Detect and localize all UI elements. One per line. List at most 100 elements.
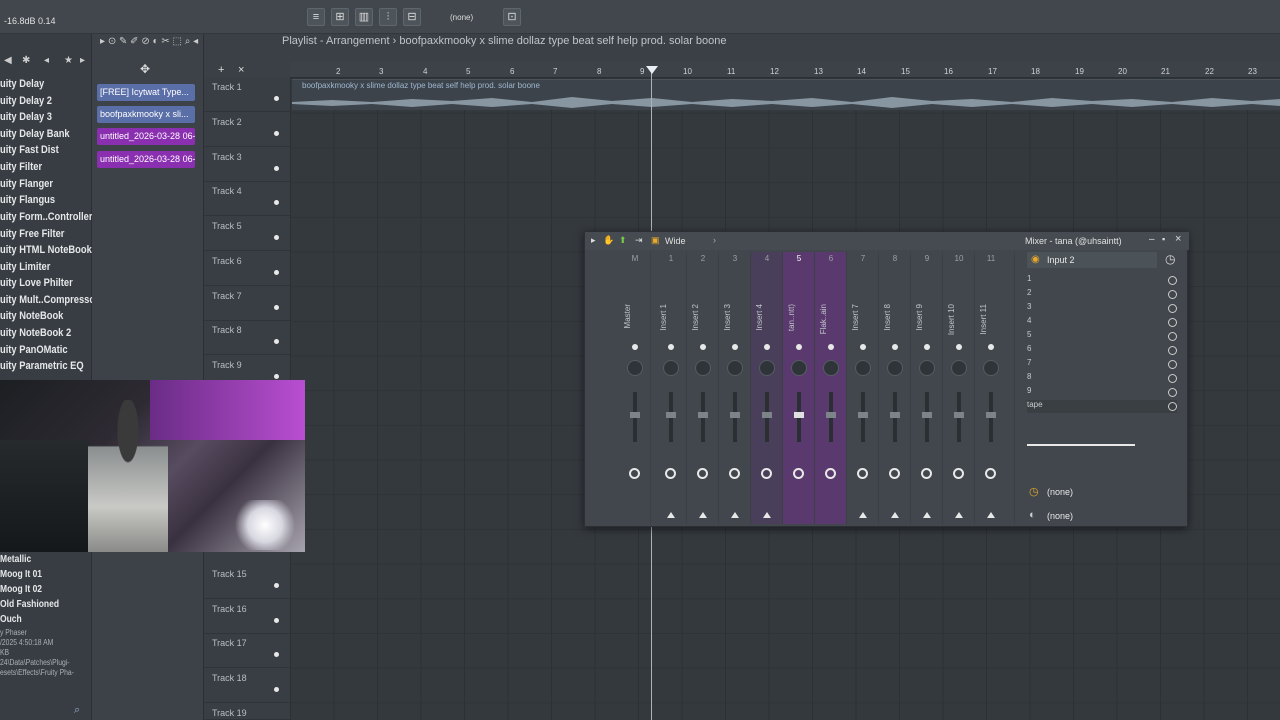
send-arrow-icon[interactable] bbox=[699, 512, 707, 518]
playhead-marker[interactable] bbox=[646, 66, 658, 74]
slot-mix-knob[interactable] bbox=[1168, 304, 1177, 313]
slot-mix-knob[interactable] bbox=[1168, 360, 1177, 369]
browser-item[interactable]: uity Free Filter bbox=[0, 226, 64, 242]
insert-slot[interactable]: 6 bbox=[1027, 344, 1177, 357]
route-button[interactable] bbox=[857, 468, 868, 479]
send-arrow-icon[interactable] bbox=[955, 512, 963, 518]
mixer-strip[interactable]: 11 Insert 11 bbox=[975, 252, 1015, 524]
browser-item[interactable]: uity HTML NoteBook bbox=[0, 242, 92, 258]
track-mute-led[interactable] bbox=[274, 131, 279, 136]
browser-item[interactable]: Metallic bbox=[0, 552, 31, 568]
route-button[interactable] bbox=[921, 468, 932, 479]
browser-item[interactable]: uity Delay bbox=[0, 76, 44, 92]
clip-item[interactable]: untitled_2026-03-28 06-... bbox=[97, 128, 195, 145]
arrow-icon[interactable]: ▸ bbox=[100, 36, 108, 47]
collapse-icon[interactable]: ◂ bbox=[44, 55, 49, 66]
track-mute-led[interactable] bbox=[274, 687, 279, 692]
track-header[interactable]: Track 15 bbox=[204, 565, 290, 599]
fader-cap[interactable] bbox=[858, 412, 868, 418]
browser-item[interactable]: uity Delay 2 bbox=[0, 93, 52, 109]
browser-item[interactable]: uity NoteBook bbox=[0, 308, 63, 324]
send-arrow-icon[interactable] bbox=[763, 512, 771, 518]
track-mute-led[interactable] bbox=[274, 583, 279, 588]
fader-cap[interactable] bbox=[986, 412, 996, 418]
slot-mix-knob[interactable] bbox=[1168, 402, 1177, 411]
gear-icon[interactable]: ✱ bbox=[22, 55, 30, 66]
send-arrow-icon[interactable] bbox=[923, 512, 931, 518]
brush-icon[interactable]: ✐ bbox=[130, 36, 141, 47]
fader-cap[interactable] bbox=[762, 412, 772, 418]
strip-led[interactable] bbox=[892, 344, 898, 350]
snap-icon[interactable]: ⊙ bbox=[108, 36, 119, 47]
move-icon[interactable]: ✥ bbox=[140, 62, 150, 76]
pan-knob[interactable] bbox=[887, 360, 903, 376]
slot-mix-knob[interactable] bbox=[1168, 276, 1177, 285]
route-button[interactable] bbox=[697, 468, 708, 479]
hand-icon[interactable]: ✋ bbox=[603, 235, 614, 246]
pan-knob[interactable] bbox=[983, 360, 999, 376]
track-mute-led[interactable] bbox=[274, 618, 279, 623]
strip-led[interactable] bbox=[668, 344, 674, 350]
route-button[interactable] bbox=[629, 468, 640, 479]
browser-item[interactable]: uity Mult..Compressor bbox=[0, 292, 99, 308]
route-button[interactable] bbox=[985, 468, 996, 479]
output-slot[interactable]: ◐ (none) bbox=[1027, 508, 1177, 524]
fader-cap[interactable] bbox=[826, 412, 836, 418]
pan-knob[interactable] bbox=[791, 360, 807, 376]
plugin-icon[interactable]: ⊟ bbox=[403, 8, 421, 26]
track-header[interactable]: Track 5 bbox=[204, 217, 290, 251]
send-arrow-icon[interactable] bbox=[891, 512, 899, 518]
add-icon[interactable]: + bbox=[218, 64, 224, 76]
strip-led[interactable] bbox=[924, 344, 930, 350]
fader-cap[interactable] bbox=[698, 412, 708, 418]
browser-item[interactable]: uity Parametric EQ bbox=[0, 358, 84, 374]
audio-clip[interactable]: boofpaxkmooky x slime dollaz type beat s… bbox=[292, 79, 1280, 110]
route-button[interactable] bbox=[825, 468, 836, 479]
track-header[interactable]: Track 6 bbox=[204, 252, 290, 286]
mute-icon[interactable]: ◐ bbox=[153, 36, 162, 47]
pan-knob[interactable] bbox=[951, 360, 967, 376]
slot-mix-knob[interactable] bbox=[1168, 374, 1177, 383]
browser-item[interactable]: uity Limiter bbox=[0, 259, 50, 275]
browser-item[interactable]: uity NoteBook 2 bbox=[0, 325, 71, 341]
timeline-ruler[interactable]: 2 3 4 5 6 7 8 9 10 11 12 13 14 15 16 17 … bbox=[290, 62, 1280, 78]
browser-item[interactable]: Moog It 02 bbox=[0, 582, 42, 598]
mixer-strip[interactable]: 3 Insert 3 bbox=[719, 252, 751, 524]
close-icon[interactable]: × bbox=[238, 64, 244, 76]
strip-led[interactable] bbox=[700, 344, 706, 350]
mixer-strip[interactable]: 7 Insert 7 bbox=[847, 252, 879, 524]
slot-mix-knob[interactable] bbox=[1168, 388, 1177, 397]
track-mute-led[interactable] bbox=[274, 339, 279, 344]
fader-cap[interactable] bbox=[630, 412, 640, 418]
route-button[interactable] bbox=[889, 468, 900, 479]
browser-item[interactable]: uity Love Philter bbox=[0, 275, 73, 291]
browser-item[interactable]: Moog It 01 bbox=[0, 567, 42, 583]
track-mute-led[interactable] bbox=[274, 96, 279, 101]
fader-cap[interactable] bbox=[922, 412, 932, 418]
browser-item[interactable]: uity Form..Controller bbox=[0, 209, 92, 225]
strip-led[interactable] bbox=[732, 344, 738, 350]
route-button[interactable] bbox=[761, 468, 772, 479]
fader-cap[interactable] bbox=[890, 412, 900, 418]
menu-arrow-icon[interactable]: ▸ bbox=[591, 235, 596, 246]
pencil-icon[interactable]: ✎ bbox=[119, 36, 130, 47]
pin-icon[interactable]: ⬆ bbox=[619, 235, 627, 246]
playlist-icon[interactable]: ≡ bbox=[307, 8, 325, 26]
track-header[interactable]: Track 17 bbox=[204, 634, 290, 668]
insert-slot[interactable]: 8 bbox=[1027, 372, 1177, 385]
browser-item[interactable]: uity Flangus bbox=[0, 192, 55, 208]
route-button[interactable] bbox=[729, 468, 740, 479]
pattern-selector[interactable]: (none) bbox=[450, 10, 500, 26]
mixer-strip[interactable]: 4 Insert 4 bbox=[751, 252, 783, 524]
clip-item[interactable]: boofpaxkmooky x sli... bbox=[97, 106, 195, 123]
mixer-preset[interactable]: Wide bbox=[665, 236, 686, 246]
mixer-strip[interactable]: 10 Insert 10 bbox=[943, 252, 975, 524]
star-icon[interactable]: ★ bbox=[64, 55, 73, 66]
track-header[interactable]: Track 19 bbox=[204, 704, 290, 720]
minimize-icon[interactable]: – bbox=[1149, 234, 1155, 245]
browser-item[interactable]: uity Delay Bank bbox=[0, 126, 70, 142]
send-arrow-icon[interactable] bbox=[731, 512, 739, 518]
track-mute-led[interactable] bbox=[274, 270, 279, 275]
select-icon[interactable]: ⬚ bbox=[173, 36, 185, 47]
fader-cap[interactable] bbox=[666, 412, 676, 418]
